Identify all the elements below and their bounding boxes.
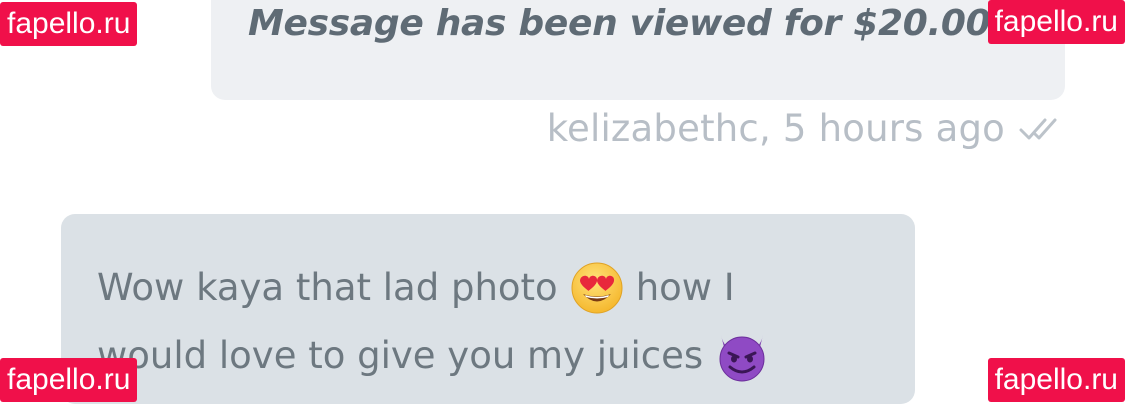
message-text-line-2: would love to give you my juices (97, 334, 704, 377)
message-line-1: Wow kaya that lad photo how I (97, 254, 879, 322)
message-meta: kelizabethc, 5 hours ago (547, 107, 1065, 150)
watermark-bottom-right: fapello.ru (987, 358, 1125, 402)
heart-eyes-emoji-icon (570, 261, 624, 315)
watermark-top-left: fapello.ru (0, 2, 138, 46)
watermark-top-right: fapello.ru (987, 0, 1125, 44)
double-check-icon (1019, 118, 1057, 139)
sender-timestamp: kelizabethc, 5 hours ago (546, 107, 1005, 150)
watermark-bottom-left: fapello.ru (0, 358, 138, 402)
paid-view-message: Message has been viewed for $20.00 (248, 3, 991, 44)
message-text-part-2: how I (635, 266, 735, 309)
message-text-part-1: Wow kaya that lad photo (97, 266, 558, 309)
received-message-bubble: Wow kaya that lad photo how I would love… (61, 214, 915, 404)
smiling-devil-emoji-icon (715, 329, 769, 383)
message-line-2: would love to give you my juices (97, 322, 879, 390)
